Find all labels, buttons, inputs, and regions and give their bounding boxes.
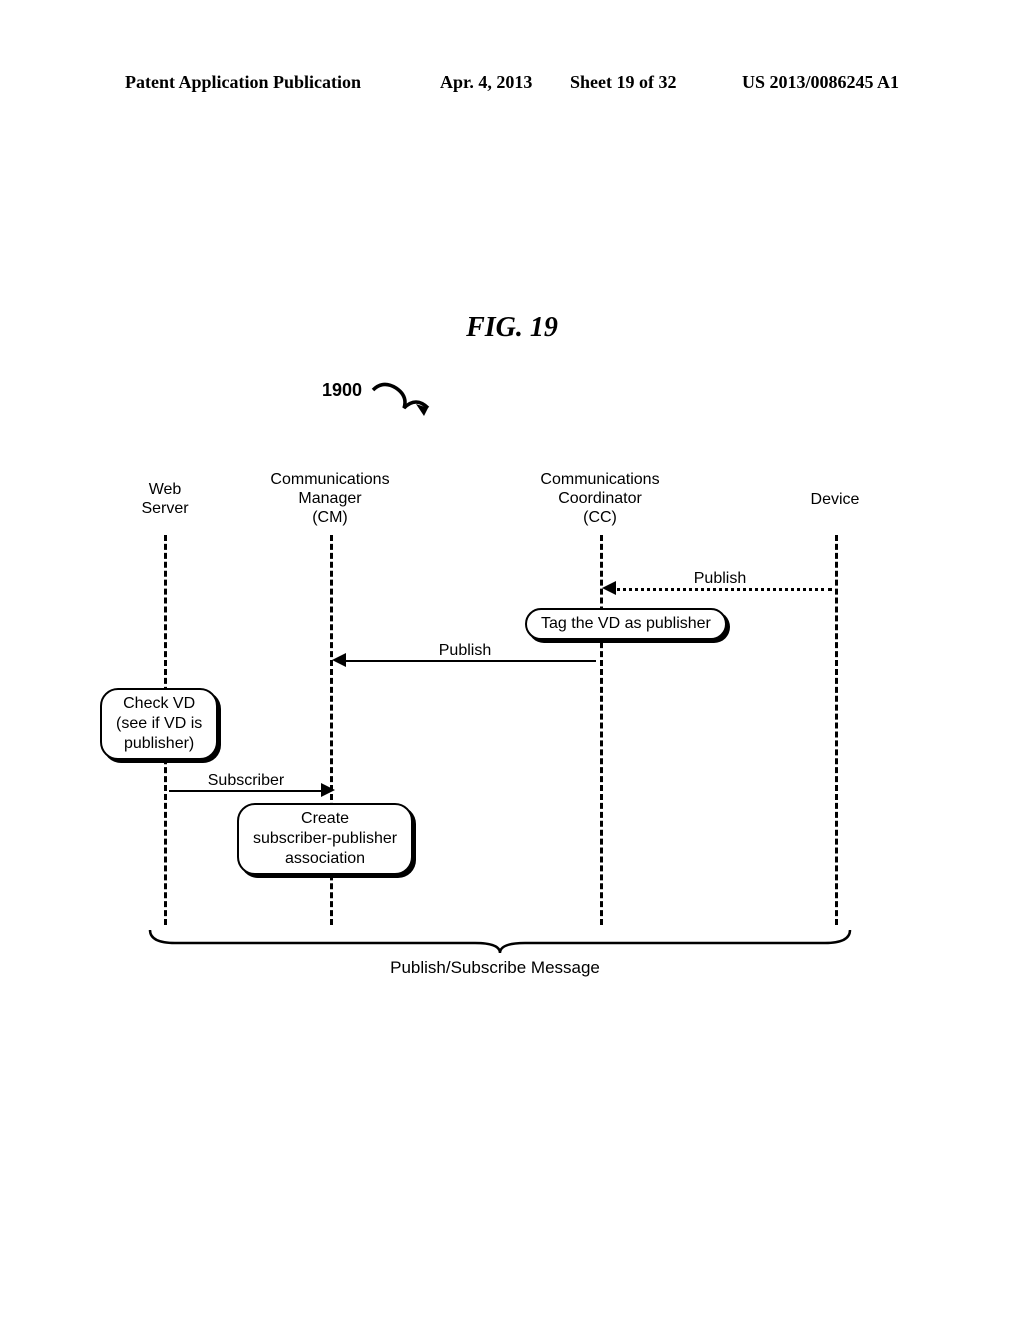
lifeline-line-device: [835, 535, 838, 925]
lifeline-web-server: WebServer: [115, 480, 215, 518]
header-publication: Patent Application Publication: [125, 72, 361, 93]
note-check-vd: Check VD(see if VD ispublisher): [100, 688, 218, 760]
brace-icon: [145, 925, 855, 955]
msg-label-publish2: Publish: [405, 642, 525, 660]
arrowhead-left-icon: [602, 581, 616, 595]
figure-title: FIG. 19: [0, 312, 1024, 344]
header-sheet: Sheet 19 of 32: [570, 72, 677, 93]
msg-line-publish-cc-cm: [340, 660, 596, 662]
ref-arrow-icon: [368, 378, 438, 423]
note-tag-publisher: Tag the VD as publisher: [525, 608, 727, 640]
lifeline-device: Device: [785, 490, 885, 509]
sequence-diagram: WebServer CommunicationsManager(CM) Comm…: [125, 470, 895, 980]
header-pubnum: US 2013/0086245 A1: [742, 72, 899, 93]
msg-line-subscriber: [169, 790, 323, 792]
header-date: Apr. 4, 2013: [440, 72, 532, 93]
arrowhead-right-icon: [321, 783, 335, 797]
brace-label: Publish/Subscribe Message: [125, 958, 865, 978]
msg-line-publish-device-cc: [610, 588, 832, 591]
figure-ref-number: 1900: [322, 380, 362, 401]
note-create-association: Createsubscriber-publisherassociation: [237, 803, 413, 875]
msg-label-publish1: Publish: [670, 570, 770, 588]
arrowhead-left-icon: [332, 653, 346, 667]
msg-label-subscriber: Subscriber: [181, 772, 311, 790]
lifeline-cc: CommunicationsCoordinator(CC): [520, 470, 680, 528]
lifeline-cm: CommunicationsManager(CM): [250, 470, 410, 528]
